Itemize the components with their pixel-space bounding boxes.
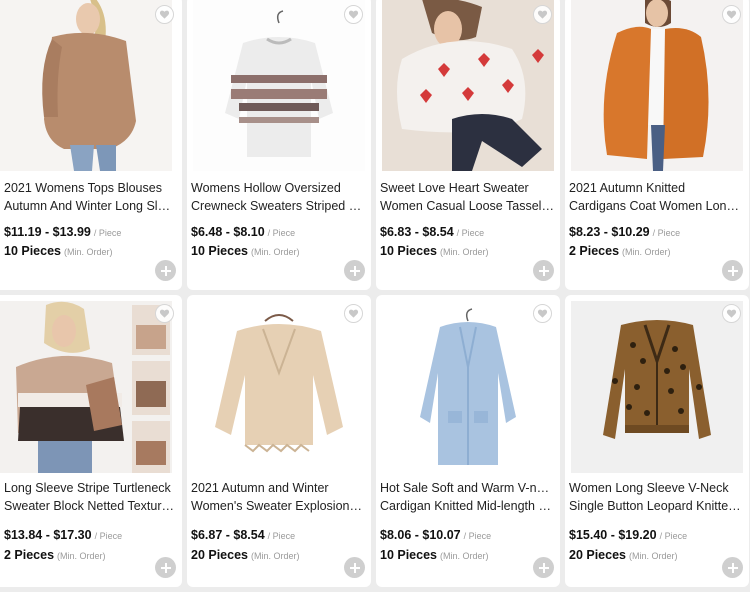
min-order: 20 Pieces (Min. Order) [191,548,300,562]
product-image[interactable] [0,0,172,171]
product-grid: 2021 Womens Tops Blouses Autumn And Wint… [0,0,750,592]
product-title[interactable]: 2021 Autumn Knitted Cardigans Coat Women… [569,179,743,215]
plus-icon[interactable] [722,557,743,578]
min-order: 10 Pieces (Min. Order) [191,244,300,258]
plus-icon[interactable] [533,557,554,578]
product-image[interactable] [193,0,365,171]
product-title[interactable]: Womens Hollow Oversized Crewneck Sweater… [191,179,365,215]
plus-icon[interactable] [155,557,176,578]
product-image[interactable] [382,301,554,473]
price-range: $6.87 - $8.54/ Piece [191,528,296,542]
heart-outline-icon[interactable] [344,304,363,323]
heart-outline-icon[interactable] [722,5,741,24]
product-card[interactable]: 2021 Autumn and Winter Women's Sweater E… [187,295,371,587]
min-order: 10 Pieces (Min. Order) [380,548,489,562]
product-card[interactable]: Hot Sale Soft and Warm V-neck Cardigan K… [376,295,560,587]
min-order: 2 Pieces (Min. Order) [569,244,671,258]
min-order: 2 Pieces (Min. Order) [4,548,106,562]
price-range: $13.84 - $17.30/ Piece [4,528,123,542]
plus-icon[interactable] [155,260,176,281]
price-range: $6.83 - $8.54/ Piece [380,225,485,239]
product-card[interactable]: Womens Hollow Oversized Crewneck Sweater… [187,0,371,290]
heart-outline-icon[interactable] [533,304,552,323]
product-image[interactable] [0,301,172,473]
product-image[interactable] [571,0,743,171]
product-image[interactable] [571,301,743,473]
product-title[interactable]: Women Long Sleeve V-Neck Single Button L… [569,479,743,515]
product-card[interactable]: Women Long Sleeve V-Neck Single Button L… [565,295,749,587]
price-range: $11.19 - $13.99/ Piece [4,225,122,239]
product-title[interactable]: 2021 Womens Tops Blouses Autumn And Wint… [4,179,176,215]
product-title[interactable]: Hot Sale Soft and Warm V-neck Cardigan K… [380,479,554,515]
min-order: 10 Pieces (Min. Order) [380,244,489,258]
heart-outline-icon[interactable] [155,5,174,24]
product-card[interactable]: Sweet Love Heart Sweater Women Casual Lo… [376,0,560,290]
product-image[interactable] [382,0,554,171]
plus-icon[interactable] [533,260,554,281]
product-card[interactable]: 2021 Autumn Knitted Cardigans Coat Women… [565,0,749,290]
product-card[interactable]: Long Sleeve Stripe Turtleneck Sweater Bl… [0,295,182,587]
product-title[interactable]: Long Sleeve Stripe Turtleneck Sweater Bl… [4,479,176,515]
heart-outline-icon[interactable] [533,5,552,24]
plus-icon[interactable] [722,260,743,281]
product-title[interactable]: 2021 Autumn and Winter Women's Sweater E… [191,479,365,515]
plus-icon[interactable] [344,260,365,281]
plus-icon[interactable] [344,557,365,578]
heart-outline-icon[interactable] [344,5,363,24]
price-range: $8.06 - $10.07/ Piece [380,528,492,542]
heart-outline-icon[interactable] [722,304,741,323]
product-image[interactable] [193,301,365,473]
product-card[interactable]: 2021 Womens Tops Blouses Autumn And Wint… [0,0,182,290]
min-order: 20 Pieces (Min. Order) [569,548,678,562]
price-range: $8.23 - $10.29/ Piece [569,225,681,239]
product-title[interactable]: Sweet Love Heart Sweater Women Casual Lo… [380,179,554,215]
heart-outline-icon[interactable] [155,304,174,323]
price-range: $6.48 - $8.10/ Piece [191,225,296,239]
min-order: 10 Pieces (Min. Order) [4,244,113,258]
price-range: $15.40 - $19.20/ Piece [569,528,688,542]
